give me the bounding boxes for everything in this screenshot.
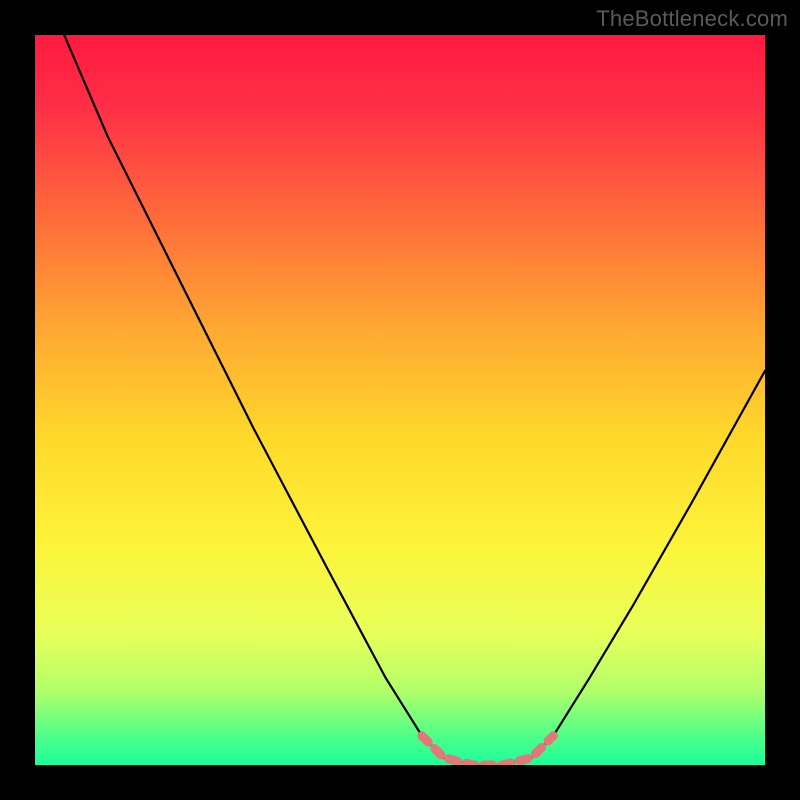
chart-canvas xyxy=(0,0,800,800)
watermark-text: TheBottleneck.com xyxy=(596,6,788,32)
chart-frame: TheBottleneck.com xyxy=(0,0,800,800)
plot-background xyxy=(35,35,765,765)
